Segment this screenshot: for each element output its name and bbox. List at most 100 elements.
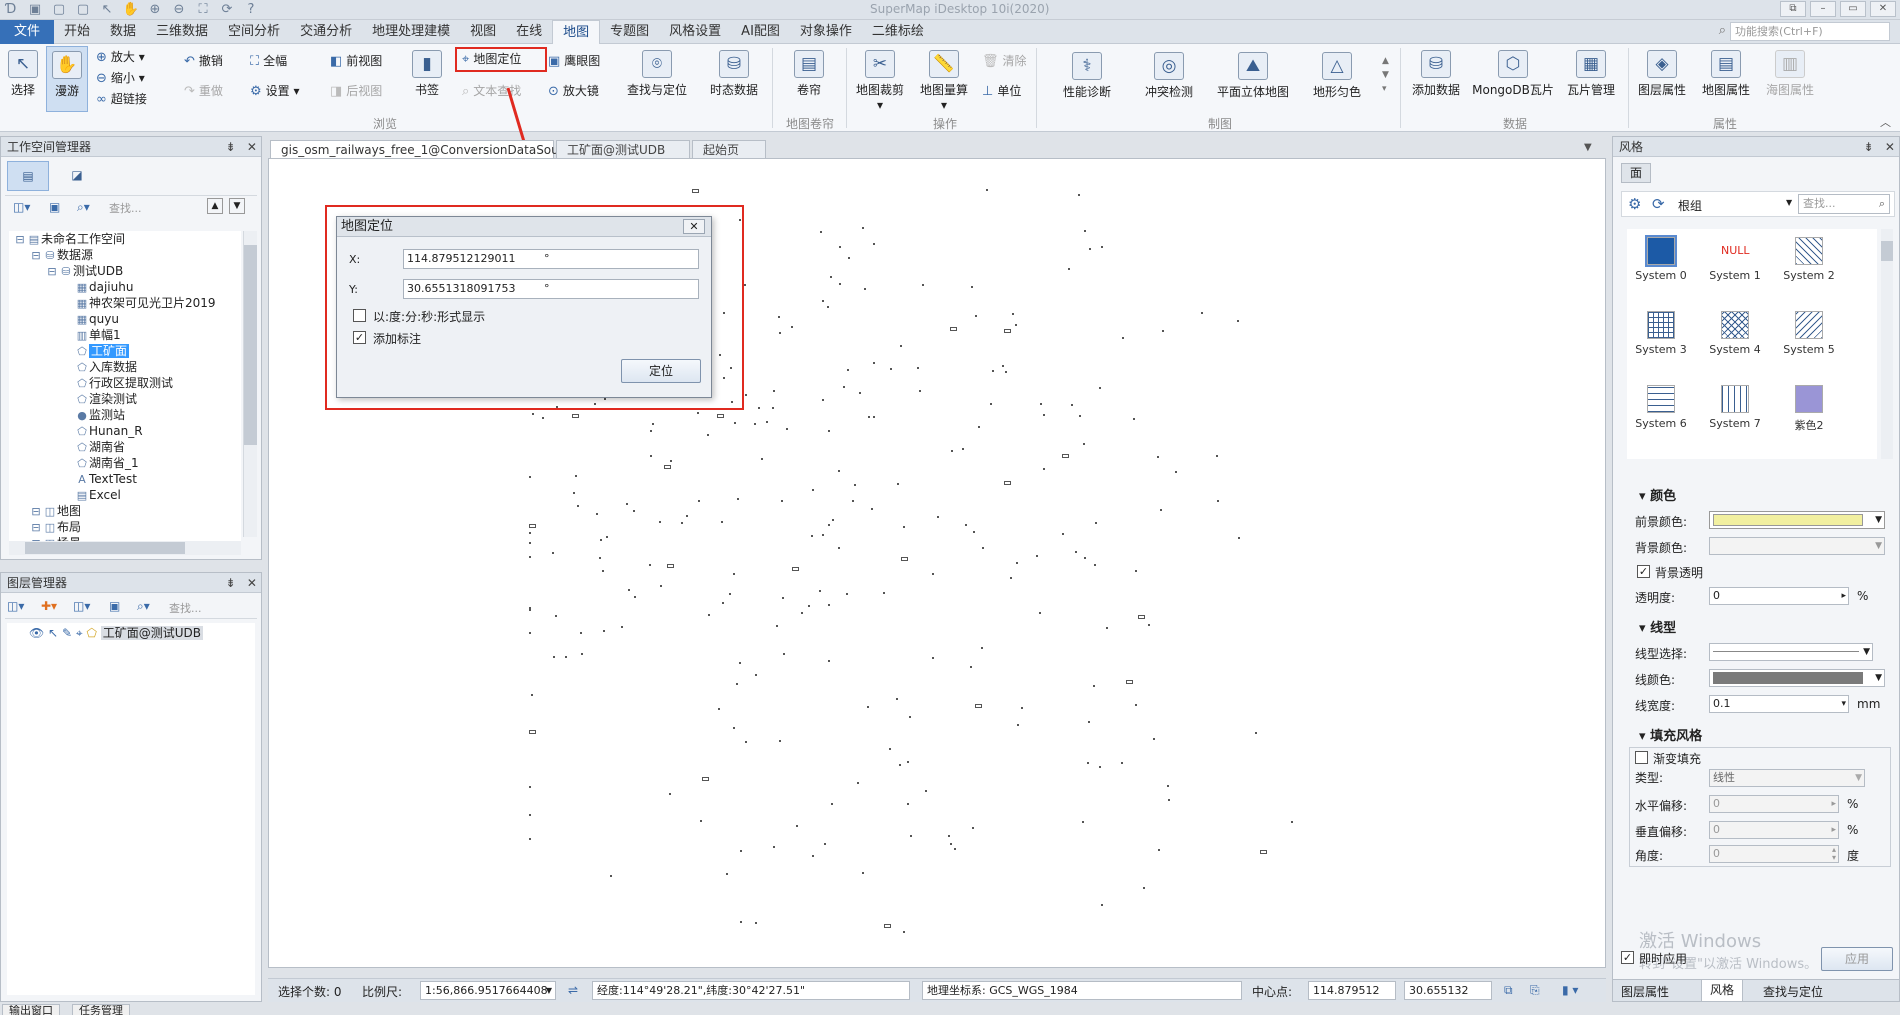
dms-checkbox[interactable]	[353, 309, 366, 322]
expander-icon[interactable]: ⊟	[29, 520, 43, 536]
chevron-right-icon[interactable]: ▸	[1831, 822, 1836, 838]
style-swatch[interactable]: System 7	[1705, 385, 1765, 430]
voff-input[interactable]: 0 ▸	[1709, 821, 1839, 839]
layer-prop-button[interactable]: ◈ 图层属性	[1632, 50, 1692, 98]
layer-item[interactable]: 👁 ↖ ✎ ⌖ ⬠ 工矿面@测试UDB	[29, 625, 203, 641]
tree-item[interactable]: ⬠ 渲染测试	[9, 391, 241, 407]
swatch-scrollbar[interactable]	[1881, 229, 1893, 459]
open-icon[interactable]: ◫▾	[13, 200, 30, 214]
close-icon[interactable]: ✕	[1870, 1, 1896, 17]
select-button[interactable]: ↖ 选择	[4, 50, 42, 98]
hoff-input[interactable]: 0 ▸	[1709, 795, 1839, 813]
menu-tab[interactable]: 三维数据	[146, 20, 218, 44]
x-input[interactable]: 114.879512129011 °	[403, 249, 699, 269]
mongodb-tile-button[interactable]: ⬡ MongoDB瓦片	[1470, 50, 1556, 98]
tree-item[interactable]: ⬠ Hunan_R	[9, 423, 241, 439]
bookmark-button[interactable]: ▮ 书签	[408, 50, 446, 98]
menu-tab[interactable]: 空间分析	[218, 20, 290, 44]
conflict-detect-button[interactable]: ◎ 冲突检测	[1136, 52, 1202, 100]
tree-item[interactable]: A TextTest	[9, 471, 241, 487]
expander-icon[interactable]: ⊟	[29, 504, 43, 520]
chevron-down-icon[interactable]: ▼	[1786, 198, 1792, 207]
line-section[interactable]: ▾ 线型	[1639, 617, 1676, 636]
tree-item[interactable]: ▦ quyu	[9, 311, 241, 327]
expander-icon[interactable]: ⊟	[45, 264, 59, 280]
tab-dropdown-icon[interactable]: ▼	[1584, 142, 1592, 153]
cursor-icon[interactable]: ↖	[98, 1, 116, 19]
next-view-button[interactable]: ◨ 后视图	[330, 81, 382, 101]
style-swatch[interactable]: 紫色2	[1779, 385, 1839, 433]
add-icon[interactable]: ✚▾	[41, 599, 57, 613]
gear-icon[interactable]: ⚙	[1628, 195, 1641, 213]
add-label-checkbox[interactable]: ✓	[353, 331, 366, 344]
tree-item[interactable]: ▦ 神农架可见光卫片2019	[9, 295, 241, 311]
locate-button[interactable]: 定位	[621, 359, 701, 383]
type-select[interactable]: 线性 ▼	[1709, 769, 1865, 787]
down-icon[interactable]: ▼	[229, 198, 245, 214]
tab-style[interactable]: 风格	[1701, 980, 1744, 1002]
tab-start[interactable]: 起始页	[692, 140, 766, 159]
pin-close-icon[interactable]: ⇟ ✕	[225, 137, 257, 157]
relief-map-button[interactable]: ⛰ 平面立体地图	[1210, 52, 1296, 100]
terrain-color-button[interactable]: △ 地形匀色	[1304, 52, 1370, 100]
workspace-search-input[interactable]: 查找...	[109, 200, 142, 216]
line-width-input[interactable]: 0.1 ▾	[1709, 695, 1849, 713]
style-swatch[interactable]: System 6	[1631, 385, 1691, 430]
tab-railways[interactable]: gis_osm_railways_free_1@ConversionDataSo…	[270, 140, 577, 175]
swipe-button[interactable]: ▤ 卷帘	[790, 50, 828, 98]
refresh-icon[interactable]: ⟳	[1652, 195, 1665, 213]
eagle-eye-button[interactable]: ▣ 鹰眼图	[548, 51, 600, 71]
tree-scrollbar[interactable]	[243, 231, 257, 537]
chart-prop-button[interactable]: ▥ 海图属性	[1760, 50, 1820, 98]
tree-item[interactable]: ▦ dajiuhu	[9, 279, 241, 295]
tree-item[interactable]: ⊟ ⛁ 测试UDB	[9, 263, 241, 279]
tile-manage-button[interactable]: ▦ 瓦片管理	[1560, 50, 1622, 98]
gallery-scroll-icon[interactable]: ▲ ▼ ▾	[1382, 54, 1389, 96]
style-swatch[interactable]: System 0	[1631, 235, 1691, 282]
center-x-input[interactable]: 114.879512	[1308, 981, 1396, 1000]
find-locate-button[interactable]: ⌾ 查找与定位	[622, 50, 692, 98]
hyperlink-button[interactable]: ∞ 超链接	[96, 89, 147, 109]
refresh-icon[interactable]: ⟳	[218, 1, 236, 19]
add-data-button[interactable]: ⛁ 添加数据	[1406, 50, 1466, 98]
document-icon[interactable]: ▣	[49, 200, 60, 214]
visible-icon[interactable]: 👁	[29, 626, 44, 640]
tab-region[interactable]: 面	[1621, 163, 1651, 183]
paste-icon[interactable]: ⎘	[1530, 983, 1540, 998]
prev-view-button[interactable]: ◧ 前视图	[330, 51, 382, 71]
fg-color-picker[interactable]: ▼	[1709, 511, 1885, 529]
y-input[interactable]: 30.6551318091753 °	[403, 279, 699, 299]
gradient-checkbox[interactable]	[1635, 751, 1648, 764]
menu-tab[interactable]: 专题图	[600, 20, 659, 44]
line-color-picker[interactable]: ▼	[1709, 669, 1885, 687]
tab-output[interactable]: 输出窗口	[2, 1004, 60, 1015]
zoom-out-button[interactable]: ⊖ 缩小 ▾	[96, 68, 145, 88]
style-search-input[interactable]: 查找... ⌕	[1798, 194, 1890, 214]
expander-icon[interactable]: ⊟	[13, 232, 27, 248]
tab-find-locate[interactable]: 查找与定位	[1763, 983, 1823, 1000]
layer-open-icon[interactable]: ◫▾	[7, 599, 24, 613]
tree-item[interactable]: ⊟ ◫ 布局	[9, 519, 241, 535]
editable-icon[interactable]: ✎	[62, 626, 72, 640]
help-icon[interactable]: ?	[242, 1, 260, 19]
tree-item[interactable]: ⬠ 湖南省_1	[9, 455, 241, 471]
perf-diagnose-button[interactable]: ⚕ 性能诊断	[1054, 52, 1120, 100]
maximize-icon[interactable]: ▭	[1840, 1, 1866, 17]
search-icon[interactable]: ⌕▾	[137, 599, 150, 614]
clear-button[interactable]: 🗑 清除	[982, 51, 1027, 71]
spinner-icon[interactable]: ▴ ▾	[1832, 846, 1836, 862]
restore-icon[interactable]: ⧉	[1780, 1, 1806, 17]
undo-button[interactable]: ↶ 撤销	[184, 51, 223, 71]
menu-tab[interactable]: AI配图	[731, 20, 790, 44]
unit-button[interactable]: ⊥ 单位	[982, 81, 1021, 101]
menu-tab[interactable]: 视图	[460, 20, 506, 44]
zoom-in-button[interactable]: ⊕ 放大 ▾	[96, 47, 145, 67]
bg-transparent-checkbox[interactable]: ✓	[1637, 565, 1650, 578]
map-clip-button[interactable]: ✂ 地图裁剪 ▾	[852, 50, 908, 112]
up-icon[interactable]: ▲	[207, 198, 223, 214]
resource-tab-icon[interactable]: ◪	[59, 161, 95, 191]
tree-item[interactable]: ⬠ 湖南省	[9, 439, 241, 455]
collapse-ribbon-icon[interactable]: ︿	[1880, 114, 1891, 130]
search-icon[interactable]: ⌕▾	[77, 200, 90, 215]
style-swatch[interactable]: System 2	[1779, 237, 1839, 282]
